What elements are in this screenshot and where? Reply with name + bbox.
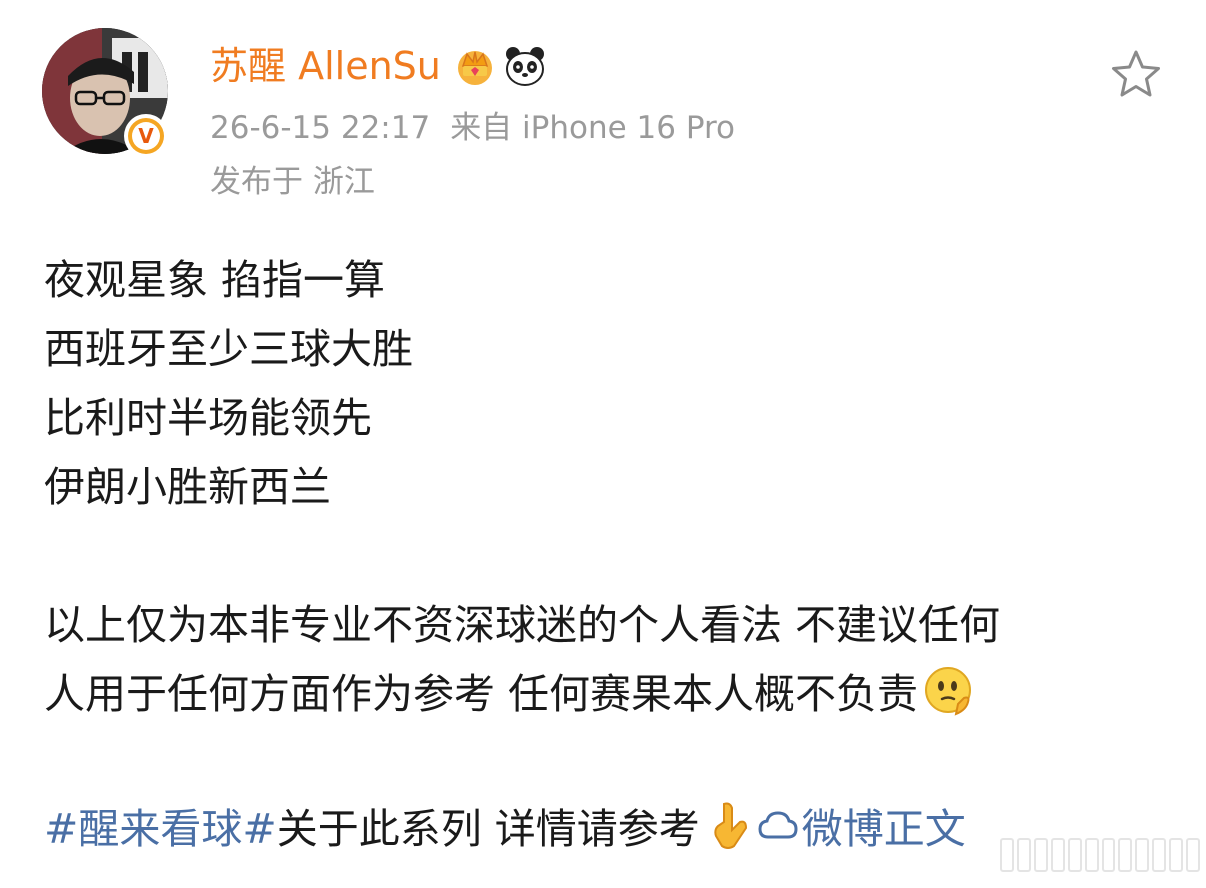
post-line: 伊朗小胜新西兰 <box>44 463 331 511</box>
post-line: 比利时半场能领先 <box>44 394 372 442</box>
cloud-icon <box>758 810 798 838</box>
post-source: 来自 iPhone 16 Pro <box>450 110 736 146</box>
disclaimer-line-2: 人用于任何方面作为参考 任何赛果本人概不负责 <box>44 660 1174 729</box>
crown-icon <box>457 51 492 85</box>
post-timestamp: 26-6-15 22:17 <box>210 110 431 146</box>
weibo-post: V 苏醒 AllenSu 26-6-15 22:17 来自 iPhone 16 P… <box>0 0 1206 888</box>
post-meta: 26-6-15 22:17 来自 iPhone 16 Pro <box>210 108 735 148</box>
thinking-face-icon <box>925 667 972 716</box>
pointing-down-icon <box>714 802 747 849</box>
post-line: 夜观星象 掐指一算 <box>44 256 386 304</box>
watermark <box>1000 838 1201 878</box>
hashtag-link[interactable]: #醒来看球# <box>44 795 277 855</box>
disclaimer-line: 以上仅为本非专业不资深球迷的个人看法 不建议任何 <box>44 601 1001 649</box>
post-line: 西班牙至少三球大胜 <box>44 325 413 373</box>
username-row: 苏醒 AllenSu <box>210 40 547 92</box>
username[interactable]: 苏醒 AllenSu <box>210 40 441 92</box>
panda-icon <box>505 47 544 86</box>
hashtag-line: #醒来看球# 关于此系列 详情请参考 微博正文 <box>44 790 966 859</box>
favorite-star-icon[interactable] <box>1108 46 1164 102</box>
weibo-text-link[interactable]: 微博正文 <box>756 795 966 855</box>
weibo-link-label: 微博正文 <box>801 804 966 853</box>
hashtag-tail: 关于此系列 详情请参考 <box>276 804 700 853</box>
post-body: 夜观星象 掐指一算 西班牙至少三球大胜 比利时半场能领先 伊朗小胜新西兰 以上仅… <box>44 246 1174 729</box>
post-location: 发布于 浙江 <box>210 164 375 200</box>
verified-badge-icon: V <box>124 114 168 158</box>
